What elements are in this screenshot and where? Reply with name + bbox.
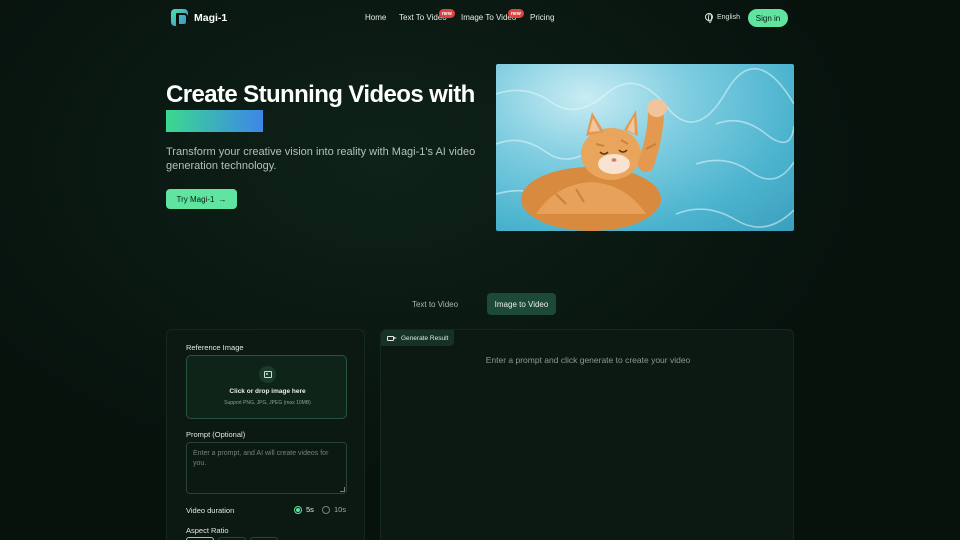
nav-link-home[interactable]: Home	[365, 13, 386, 22]
top-nav: Magi-1 Home Text To Video new Image To V…	[0, 0, 960, 36]
language-label: English	[717, 13, 740, 21]
result-panel: Generate Result Enter a prompt and click…	[380, 329, 794, 540]
result-tab-label: Generate Result	[401, 334, 449, 342]
image-dropzone[interactable]: Click or drop image here Support PNG, JP…	[186, 355, 347, 419]
try-magi-button[interactable]: Try Magi-1 →	[166, 189, 237, 209]
prompt-placeholder: Enter a prompt, and AI will create video…	[193, 450, 329, 467]
dropzone-title: Click or drop image here	[229, 388, 306, 395]
generate-result-tab: Generate Result	[381, 330, 455, 346]
video-duration-label: Video duration	[186, 506, 235, 515]
logo-icon	[171, 9, 188, 26]
aspect-ratio-label: Aspect Ratio	[186, 526, 229, 535]
hero-title: Create Stunning Videos with	[166, 81, 475, 108]
result-empty-message: Enter a prompt and click generate to cre…	[485, 355, 691, 365]
duration-5s-label: 5s	[306, 505, 314, 514]
duration-10s-label: 10s	[334, 505, 347, 514]
duration-option-5s[interactable]: 5s	[294, 505, 314, 514]
brand-logo[interactable]: Magi-1	[171, 9, 227, 26]
prompt-label: Prompt (Optional)	[186, 430, 246, 439]
cat-illustration	[496, 67, 794, 231]
generation-form: Reference Image Click or drop image here…	[166, 329, 365, 540]
reference-image-label: Reference Image	[186, 343, 244, 352]
radio-selected-icon	[294, 505, 302, 514]
tab-text-to-video[interactable]: Text to Video	[400, 293, 470, 315]
video-camera-icon	[387, 335, 397, 341]
sign-in-button[interactable]: Sign in	[748, 9, 788, 27]
new-badge: new	[439, 9, 455, 18]
dropzone-subtitle: Support PNG, JPG, JPEG (max 10MB)	[224, 400, 311, 406]
globe-icon	[705, 13, 713, 23]
tab-image-to-video[interactable]: Image to Video	[487, 293, 556, 315]
brand-name: Magi-1	[194, 11, 228, 24]
image-upload-icon	[259, 366, 276, 383]
radio-unselected-icon	[322, 505, 330, 514]
prompt-textarea[interactable]: Enter a prompt, and AI will create video…	[186, 442, 347, 494]
nav-link-pricing[interactable]: Pricing	[530, 13, 554, 22]
resize-handle-icon[interactable]	[340, 487, 345, 492]
hero-gradient-highlight	[166, 110, 263, 132]
arrow-right-icon: →	[218, 194, 227, 204]
language-selector[interactable]: English	[705, 13, 740, 23]
new-badge: new	[508, 9, 524, 18]
duration-option-10s[interactable]: 10s	[322, 505, 346, 514]
hero-subtitle: Transform your creative vision into real…	[166, 146, 476, 172]
hero-cat-image	[496, 64, 794, 231]
try-button-label: Try Magi-1	[176, 194, 215, 204]
